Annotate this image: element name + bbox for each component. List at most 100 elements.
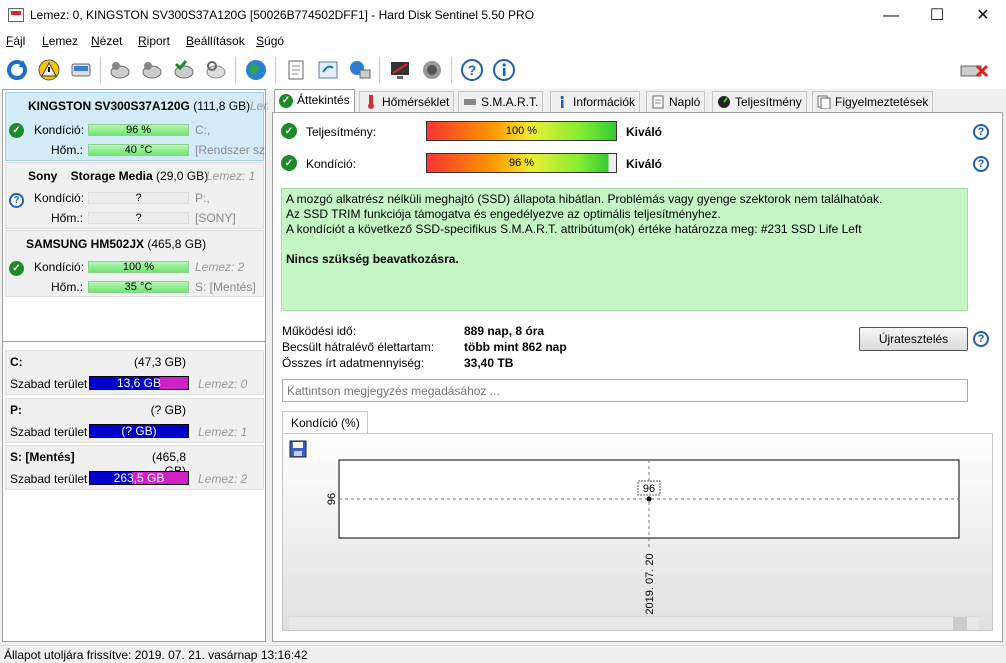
volume-label: S: [Mentés] (195, 280, 256, 294)
help-icon[interactable]: ? (973, 156, 989, 172)
lifetime-value: több mint 862 nap (464, 340, 567, 354)
disk-search-icon[interactable] (203, 57, 229, 83)
health-bar: 100 % (88, 261, 189, 273)
help-icon[interactable]: ? (459, 57, 485, 83)
volume-size: (47,3 GB) (133, 355, 186, 369)
free-space-label: Szabad terület (10, 377, 88, 391)
disk-name: KINGSTON SV300S37A120G (111,8 GB) (28, 99, 251, 113)
lifetime-label: Becsült hátralévő élettartam: (282, 340, 435, 354)
toolbar-separator (100, 57, 101, 83)
volume-entry-s[interactable]: S: [Mentés] (465,8 GB) Szabad terület 26… (5, 445, 264, 490)
health-rating: Kiváló (626, 157, 663, 171)
volume-entry-p[interactable]: P: (? GB) Szabad terület (? GB) Lemez: 1 (5, 398, 264, 443)
svg-text:?: ? (468, 62, 477, 78)
disk-number: Lemez: 2 (195, 260, 245, 274)
free-space-bar: 13,6 GB (89, 376, 189, 390)
check-icon: ✓ (281, 123, 297, 139)
tab-temperature[interactable]: Hőmérséklet (359, 91, 455, 112)
report-icon[interactable] (283, 57, 309, 83)
status-message: A mozgó alkatrész nélküli meghajtó (SSD)… (281, 188, 968, 311)
chart-canvas: 96 96 2019. 07. 20 (326, 459, 960, 615)
exit-icon[interactable] (958, 57, 992, 83)
health-bar: ? (88, 192, 189, 204)
menu-disk[interactable]: Lemez (42, 34, 78, 48)
performance-bar: 100 % (426, 121, 617, 141)
health-label: Kondíció: (306, 157, 357, 171)
menu-report[interactable]: Riport (138, 34, 170, 48)
details-panel: ✓ Áttekintés Hőmérséklet S.M.A.R.T. Infor… (272, 89, 1003, 642)
disk-entry-samsung[interactable]: SAMSUNG HM502JX (465,8 GB) ✓ Kondíció: 1… (5, 230, 264, 297)
written-value: 33,40 TB (464, 356, 514, 370)
log-icon (652, 95, 664, 109)
disk-entry-sony[interactable]: Sony Storage Media (29,0 GB) Lemez: 1 ? … (5, 162, 264, 229)
volume-disk: Lemez: 2 (198, 472, 248, 486)
menu-view[interactable]: Nézet (91, 34, 122, 48)
status-bar: Állapot utoljára frissítve: 2019. 07. 21… (0, 645, 1006, 663)
tab-alerts[interactable]: Figyelmeztetések (812, 91, 934, 112)
health-bar: 96 % (88, 124, 189, 136)
temp-bar: 40 °C (88, 144, 189, 156)
message-line: Az SSD TRIM funkciója támogatva és enged… (286, 207, 721, 221)
menu-settings[interactable]: Beállítások (186, 34, 245, 48)
free-space-bar: 263,5 GB (89, 471, 189, 485)
disk-info-icon[interactable] (68, 57, 94, 83)
disk-ok-icon[interactable] (171, 57, 197, 83)
overview-panel: ✓ Teljesítmény: 100 % Kiváló ? ✓ Kondíci… (272, 112, 1003, 642)
volume-disk: Lemez: 0 (198, 377, 248, 391)
menu-file[interactable]: Fájl (6, 34, 25, 48)
volume-name: P: (10, 403, 22, 417)
title-bar: Lemez: 0, KINGSTON SV300S37A120G [50026B… (0, 0, 1006, 31)
health-bar: 96 % (426, 153, 617, 173)
message-line: A mozgó alkatrész nélküli meghajtó (SSD)… (286, 192, 883, 206)
health-label: Kondíció: (34, 260, 85, 274)
tab-health-chart[interactable]: Kondíció (%) (282, 411, 368, 433)
x-tick-label: 2019. 07. 20 (644, 553, 656, 614)
tab-overview[interactable]: ✓ Áttekintés (274, 89, 355, 113)
disk-test-icon[interactable] (107, 57, 133, 83)
retest-button[interactable]: Újratesztelés (859, 327, 968, 351)
horizontal-scrollbar[interactable] (289, 616, 979, 630)
disk-entry-kingston[interactable]: KINGSTON SV300S37A120G (111,8 GB) Lemez … (5, 92, 268, 161)
surface-test-icon[interactable] (139, 57, 165, 83)
note-input[interactable] (282, 379, 968, 402)
uptime-value: 889 nap, 8 óra (464, 324, 545, 338)
tab-performance[interactable]: Teljesítmény (712, 91, 807, 112)
app-icon (8, 8, 24, 22)
sync-icon[interactable] (315, 57, 341, 83)
disk-name: SAMSUNG HM502JX (465,8 GB) (26, 237, 207, 251)
volume-name: C: (10, 355, 23, 369)
written-label: Összes írt adatmennyiség: (282, 356, 425, 370)
question-icon: ? (9, 193, 24, 208)
network-icon[interactable] (347, 57, 373, 83)
menu-help[interactable]: Súgó (256, 34, 284, 48)
health-label: Kondíció: (34, 123, 85, 137)
help-icon[interactable]: ? (973, 124, 989, 140)
health-chart: 96 96 2019. 07. 20 (282, 433, 993, 631)
status-text: Állapot utoljára frissítve: 2019. 07. 21… (4, 648, 308, 662)
thermometer-icon (368, 95, 374, 109)
volume-entry-c[interactable]: C: (47,3 GB) Szabad terület 13,6 GB Leme… (5, 350, 264, 395)
uptime-label: Működési idő: (282, 324, 357, 338)
maximize-button[interactable]: ☐ (914, 0, 960, 31)
temp-label: Hőm.: (51, 280, 84, 294)
tab-information[interactable]: Információk (550, 91, 641, 112)
chip-icon (464, 99, 476, 105)
globe-icon[interactable] (243, 57, 269, 83)
panel-divider (3, 341, 265, 342)
info-icon[interactable] (491, 57, 517, 83)
tab-log[interactable]: Napló (646, 91, 706, 112)
alert-icon[interactable] (36, 57, 62, 83)
help-icon[interactable]: ? (973, 331, 989, 347)
toolbar-separator (235, 57, 236, 83)
performance-rating: Kiváló (626, 125, 663, 139)
tab-smart[interactable]: S.M.A.R.T. (458, 91, 544, 112)
sound-icon[interactable] (419, 57, 445, 83)
minimize-button[interactable]: — (868, 0, 914, 31)
check-icon: ✓ (9, 261, 24, 276)
refresh-icon[interactable] (4, 57, 30, 83)
disk-name: Sony Storage Media (29,0 GB) (28, 169, 209, 183)
monitor-icon[interactable] (387, 57, 413, 83)
drive-letters: P:, (195, 191, 210, 205)
close-button[interactable]: ✕ (960, 0, 1006, 31)
scroll-thumb[interactable] (953, 617, 967, 630)
